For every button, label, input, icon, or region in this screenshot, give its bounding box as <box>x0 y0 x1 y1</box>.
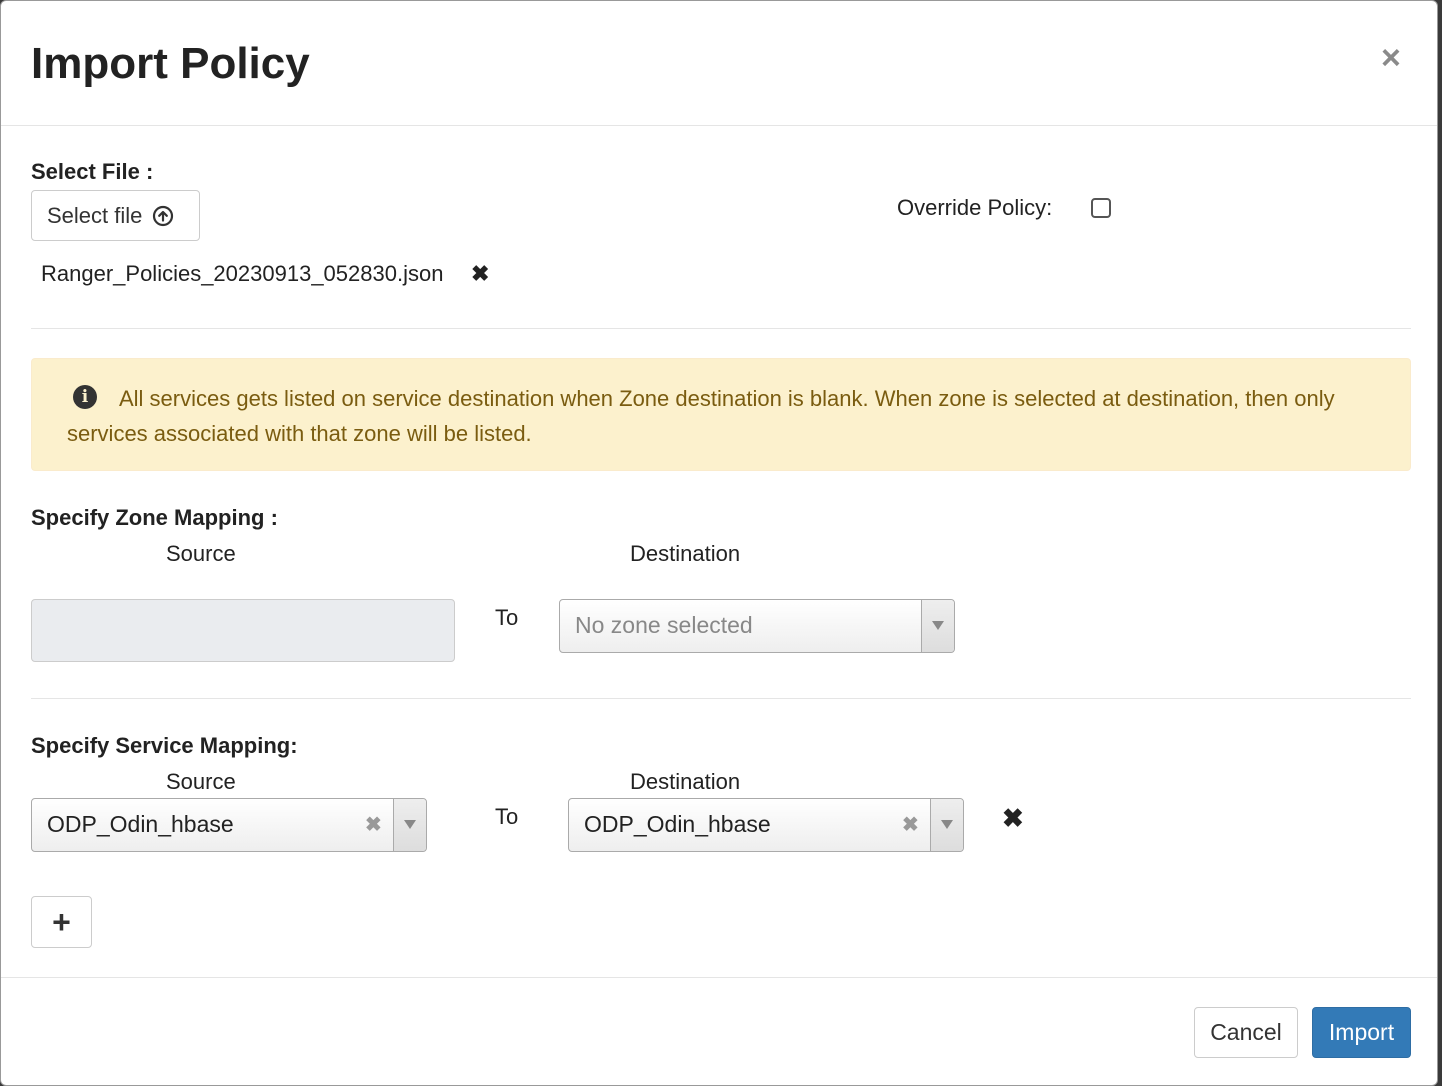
modal-header: Import Policy × <box>1 1 1437 126</box>
divider <box>31 328 1411 329</box>
cancel-button[interactable]: Cancel <box>1194 1007 1298 1058</box>
service-destination-select[interactable]: ODP_Odin_hbase ✖ <box>568 798 964 852</box>
divider <box>31 698 1411 699</box>
close-icon[interactable]: × <box>1381 41 1401 75</box>
modal-title: Import Policy <box>31 39 310 88</box>
service-mapping-label: Specify Service Mapping: <box>31 733 298 758</box>
dropdown-toggle[interactable] <box>930 799 963 851</box>
upload-circle-icon <box>153 205 174 226</box>
add-mapping-button[interactable]: + <box>31 896 92 948</box>
dropdown-toggle[interactable] <box>921 600 954 652</box>
footer-divider <box>1 977 1437 978</box>
select-file-button-label: Select file <box>47 202 143 228</box>
info-alert-text: All services gets listed on service dest… <box>67 386 1335 446</box>
service-source-value: ODP_Odin_hbase <box>47 811 234 837</box>
chevron-down-icon <box>941 820 953 829</box>
zone-destination-header: Destination <box>630 541 741 566</box>
service-destination-value: ODP_Odin_hbase <box>584 811 771 837</box>
clear-source-icon[interactable]: ✖ <box>365 812 382 837</box>
clear-destination-icon[interactable]: ✖ <box>902 812 919 837</box>
zone-destination-placeholder: No zone selected <box>575 612 753 638</box>
import-button[interactable]: Import <box>1312 1007 1411 1058</box>
chevron-down-icon <box>404 820 416 829</box>
dropdown-toggle[interactable] <box>393 799 426 851</box>
chevron-down-icon <box>932 621 944 630</box>
select-file-label: Select File : <box>31 159 154 184</box>
zone-source-header: Source <box>166 541 236 566</box>
override-policy-label: Override Policy: <box>897 195 1053 220</box>
selected-file-name: Ranger_Policies_20230913_052830.json <box>41 261 444 286</box>
service-source-select[interactable]: ODP_Odin_hbase ✖ <box>31 798 427 852</box>
zone-destination-select[interactable]: No zone selected <box>559 599 955 653</box>
info-alert: i All services gets listed on service de… <box>31 358 1411 471</box>
service-to-label: To <box>495 804 519 829</box>
remove-file-icon[interactable]: ✖ <box>471 261 489 287</box>
remove-mapping-row-icon[interactable]: ✖ <box>1002 803 1024 834</box>
override-policy-checkbox[interactable] <box>1091 198 1111 218</box>
service-destination-header: Destination <box>630 769 741 794</box>
select-file-button[interactable]: Select file <box>31 190 200 241</box>
zone-mapping-label: Specify Zone Mapping : <box>31 505 278 530</box>
zone-source-field <box>31 599 455 662</box>
service-source-header: Source <box>166 769 236 794</box>
import-policy-modal: Import Policy × Select File : Select fil… <box>0 0 1438 1086</box>
zone-to-label: To <box>495 605 519 630</box>
